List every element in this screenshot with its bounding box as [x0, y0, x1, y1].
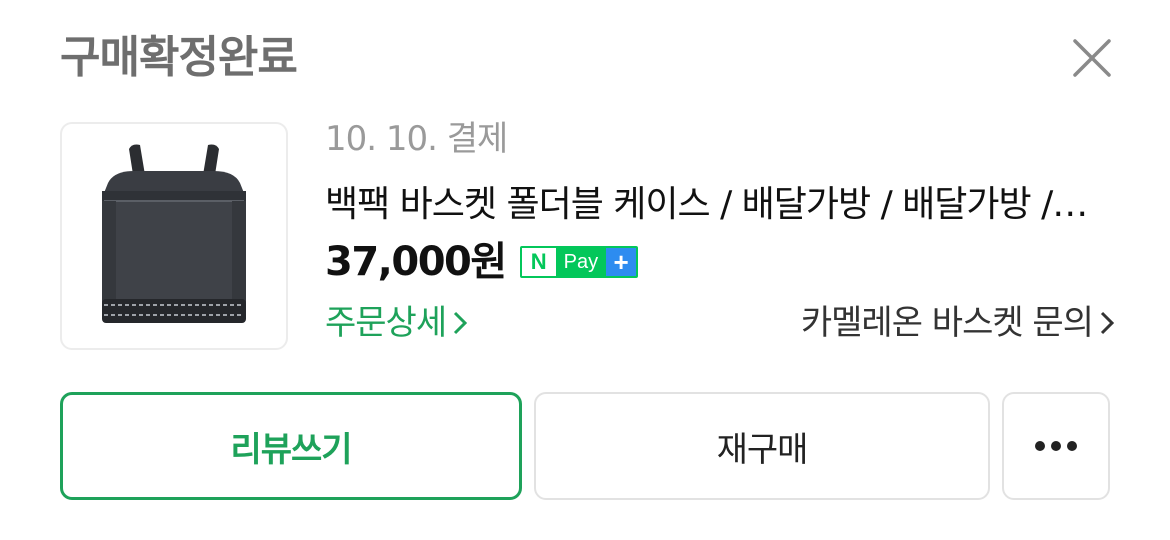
rebuy-label: 재구매 [716, 429, 809, 470]
close-button[interactable] [1062, 30, 1122, 86]
product-thumbnail[interactable] [60, 122, 288, 350]
more-dots-icon [1035, 441, 1077, 451]
chevron-right-icon [1100, 311, 1115, 335]
chevron-right-icon [454, 311, 468, 335]
npay-label: Pay [555, 248, 607, 276]
order-detail-label: 주문상세 [325, 303, 447, 343]
price: 37,000원 [325, 239, 507, 285]
backpack-image [102, 144, 246, 323]
price-row: 37,000원 N Pay + [325, 234, 639, 290]
plus-icon: + [606, 248, 637, 276]
seller-inquiry-label: 카멜레온 바스켓 문의 [800, 303, 1094, 343]
order-detail-link[interactable]: 주문상세 [325, 300, 468, 346]
status-title: 구매확정완료 [60, 32, 298, 83]
product-name[interactable]: 백팩 바스켓 폴더블 케이스 / 배달가방 / 배달가방 / 배달 [325, 180, 1095, 230]
npay-n-mark: N [521, 248, 556, 276]
rebuy-button[interactable]: 재구매 [534, 392, 990, 500]
write-review-label: 리뷰쓰기 [230, 429, 352, 470]
order-date: 10. 10. 결제 [325, 119, 508, 159]
write-review-button[interactable]: 리뷰쓰기 [60, 392, 522, 500]
seller-inquiry-link[interactable]: 카멜레온 바스켓 문의 [801, 300, 1115, 346]
npay-plus-badge: N Pay + [519, 246, 639, 278]
purchase-card: 구매확정완료 10. 10. 결제 백팩 바스켓 폴더블 케이스 / 배달가방 … [0, 0, 1170, 540]
close-icon [1073, 39, 1111, 77]
more-options-button[interactable] [1002, 392, 1110, 500]
